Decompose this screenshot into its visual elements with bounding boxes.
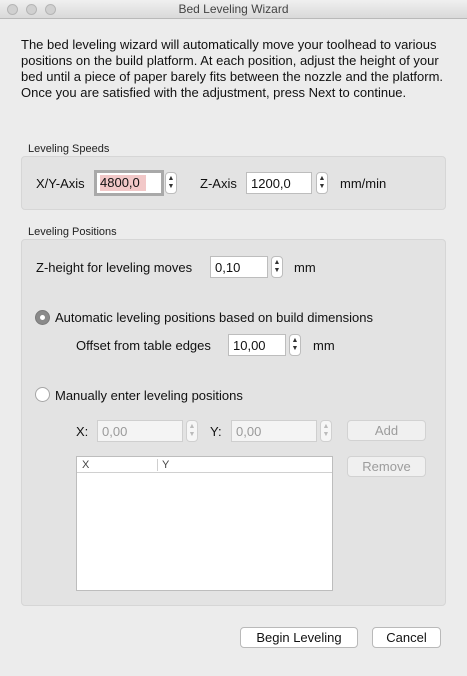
- window-title: Bed Leveling Wizard: [178, 2, 289, 16]
- z-height-stepper-icon[interactable]: ▲ ▼: [271, 256, 283, 278]
- column-y-header[interactable]: Y: [162, 459, 169, 471]
- z-axis-stepper-icon[interactable]: ▲ ▼: [316, 172, 328, 194]
- manual-positions-label[interactable]: Manually enter leveling positions: [55, 388, 243, 403]
- z-height-input[interactable]: [210, 256, 268, 278]
- offset-unit: mm: [313, 338, 335, 353]
- x-coordinate-label: X:: [76, 424, 89, 439]
- auto-positions-label[interactable]: Automatic leveling positions based on bu…: [55, 310, 373, 325]
- intro-text: The bed leveling wizard will automatical…: [21, 37, 444, 100]
- speed-unit-label: mm/min: [340, 176, 387, 191]
- remove-position-button[interactable]: Remove: [347, 456, 426, 477]
- y-coordinate-label: Y:: [210, 424, 222, 439]
- add-position-button[interactable]: Add: [347, 420, 426, 441]
- leveling-speeds-label: Leveling Speeds: [28, 143, 110, 155]
- x-coordinate-input[interactable]: [97, 420, 183, 442]
- manual-positions-radio[interactable]: [35, 387, 50, 402]
- x-coordinate-stepper-icon[interactable]: ▲ ▼: [186, 420, 198, 442]
- xy-axis-stepper-icon[interactable]: ▲ ▼: [165, 172, 177, 194]
- z-axis-speed-input[interactable]: [246, 172, 312, 194]
- positions-table[interactable]: X Y: [76, 456, 333, 591]
- xy-axis-speed-input[interactable]: [94, 170, 164, 196]
- xy-axis-label: X/Y-Axis: [36, 176, 85, 191]
- offset-label: Offset from table edges: [76, 338, 211, 353]
- z-height-label: Z-height for leveling moves: [36, 260, 193, 275]
- begin-leveling-button[interactable]: Begin Leveling: [240, 627, 358, 648]
- offset-stepper-icon[interactable]: ▲ ▼: [289, 334, 301, 356]
- offset-input[interactable]: [228, 334, 286, 356]
- auto-positions-radio[interactable]: [35, 310, 50, 325]
- z-axis-label: Z-Axis: [200, 176, 237, 191]
- y-coordinate-stepper-icon[interactable]: ▲ ▼: [320, 420, 332, 442]
- cancel-button[interactable]: Cancel: [372, 627, 441, 648]
- y-coordinate-input[interactable]: [231, 420, 317, 442]
- leveling-positions-label: Leveling Positions: [28, 226, 117, 238]
- positions-table-header: X Y: [77, 457, 332, 473]
- z-height-unit: mm: [294, 260, 316, 275]
- column-x-header[interactable]: X: [82, 459, 89, 471]
- column-separator: [157, 459, 158, 471]
